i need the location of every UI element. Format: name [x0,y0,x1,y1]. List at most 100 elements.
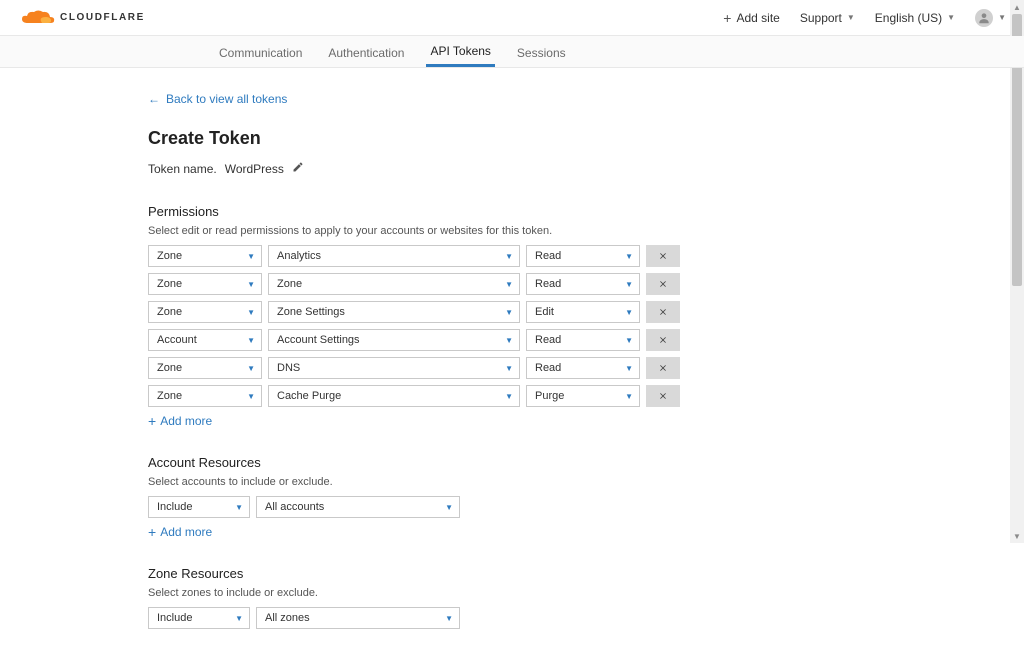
permission-capability-select[interactable]: Cache Purge ▼ [268,385,520,407]
tab-authentication[interactable]: Authentication [324,47,408,67]
permission-scope-select[interactable]: Account ▼ [148,329,262,351]
close-icon [658,279,668,289]
chevron-down-icon: ▼ [625,392,633,401]
chevron-down-icon: ▼ [247,336,255,345]
chevron-down-icon: ▼ [505,308,513,317]
support-menu[interactable]: Support ▼ [800,11,855,25]
selected-value: DNS [277,362,300,374]
permission-capability-select[interactable]: Zone Settings▼ [268,301,520,323]
chevron-down-icon: ▼ [445,614,453,623]
selected-value: Analytics [277,250,321,262]
permissions-desc: Select edit or read permissions to apply… [148,225,876,237]
selected-value: Read [535,334,561,346]
permission-scope-select[interactable]: Zone▼ [148,385,262,407]
scrollbar-vertical[interactable]: ▲ ▼ [1010,0,1024,543]
topbar: CLOUDFLARE + Add site Support ▼ English … [0,0,1024,36]
permission-capability-select[interactable]: DNS ▼ [268,357,520,379]
permission-mode-select[interactable]: Edit ▼ [526,301,640,323]
add-site-button[interactable]: + Add site [723,10,780,26]
selected-value: Account Settings [277,334,360,346]
selected-value: Read [535,250,561,262]
permission-mode-select[interactable]: Read▼ [526,329,640,351]
permission-scope-select[interactable]: Zone▼ [148,301,262,323]
remove-row-button[interactable] [646,329,680,351]
chevron-down-icon: ▼ [625,252,633,261]
chevron-down-icon: ▼ [625,308,633,317]
close-icon [658,251,668,261]
selected-value: All accounts [265,501,324,513]
selected-value: Account [157,334,197,346]
support-label: Support [800,11,842,25]
chevron-down-icon: ▼ [625,280,633,289]
language-menu[interactable]: English (US) ▼ [875,11,955,25]
tab-sessions[interactable]: Sessions [513,47,570,67]
tab-api-tokens[interactable]: API Tokens [426,45,494,67]
top-actions: + Add site Support ▼ English (US) ▼ ▼ [723,9,1006,27]
chevron-down-icon: ▼ [847,13,855,22]
permission-row: Zone▼ Analytics ▼ Read ▼ [148,245,876,267]
back-link[interactable]: ← Back to view all tokens [148,92,876,106]
selected-value: Zone [157,362,182,374]
token-name-label: Token name. [148,162,217,176]
selected-value: Cache Purge [277,390,341,402]
account-resources-add-more[interactable]: + Add more [148,524,876,540]
permission-row: Account ▼ Account Settings ▼ Read▼ [148,329,876,351]
remove-row-button[interactable] [646,385,680,407]
chevron-down-icon: ▼ [247,280,255,289]
account-menu[interactable]: ▼ [975,9,1006,27]
token-name-value: WordPress [225,162,284,176]
account-resources-label: Account Resources [148,455,876,470]
remove-row-button[interactable] [646,301,680,323]
selected-value: Zone [157,278,182,290]
permission-capability-select[interactable]: Account Settings ▼ [268,329,520,351]
selected-value: Include [157,501,192,513]
chevron-down-icon: ▼ [247,308,255,317]
selected-value: Read [535,362,561,374]
permission-scope-select[interactable]: Zone ▼ [148,357,262,379]
chevron-down-icon: ▼ [625,364,633,373]
permission-mode-select[interactable]: Purge▼ [526,385,640,407]
include-exclude-select[interactable]: Include▼ [148,496,250,518]
scroll-up-arrow[interactable]: ▲ [1010,0,1024,14]
permissions-add-more[interactable]: + Add more [148,413,876,429]
zone-target-select[interactable]: All zones▼ [256,607,460,629]
zone-resources-desc: Select zones to include or exclude. [148,587,876,599]
brand-word: CLOUDFLARE [60,12,145,23]
permission-mode-select[interactable]: Read ▼ [526,357,640,379]
permission-capability-select[interactable]: Zone▼ [268,273,520,295]
permission-mode-select[interactable]: Read ▼ [526,245,640,267]
edit-name-button[interactable] [292,161,304,176]
permission-scope-select[interactable]: Zone▼ [148,245,262,267]
add-more-label: Add more [160,414,212,428]
selected-value: Edit [535,306,554,318]
avatar-icon [975,9,993,27]
chevron-down-icon: ▼ [505,392,513,401]
remove-row-button[interactable] [646,357,680,379]
permission-scope-select[interactable]: Zone ▼ [148,273,262,295]
chevron-down-icon: ▼ [505,364,513,373]
add-site-label: Add site [736,11,779,25]
remove-row-button[interactable] [646,273,680,295]
close-icon [658,391,668,401]
tabbar: Communication Authentication API Tokens Ses… [0,36,1024,68]
remove-row-button[interactable] [646,245,680,267]
scroll-down-arrow[interactable]: ▼ [1010,529,1024,543]
chevron-down-icon: ▼ [505,280,513,289]
chevron-down-icon: ▼ [247,364,255,373]
permission-row: Zone▼ Cache Purge▼ Purge▼ [148,385,876,407]
language-label: English (US) [875,11,942,25]
chevron-down-icon: ▼ [998,13,1006,22]
include-exclude-select[interactable]: Include▼ [148,607,250,629]
tab-communication[interactable]: Communication [215,47,306,67]
permission-mode-select[interactable]: Read▼ [526,273,640,295]
chevron-down-icon: ▼ [947,13,955,22]
permission-row: Zone▼ Zone Settings▼ Edit ▼ [148,301,876,323]
selected-value: Zone [157,390,182,402]
selected-value: Include [157,612,192,624]
close-icon [658,335,668,345]
chevron-down-icon: ▼ [505,252,513,261]
account-target-select[interactable]: All accounts▼ [256,496,460,518]
brand-logo[interactable]: CLOUDFLARE [18,9,145,27]
permission-capability-select[interactable]: Analytics ▼ [268,245,520,267]
chevron-down-icon: ▼ [505,336,513,345]
